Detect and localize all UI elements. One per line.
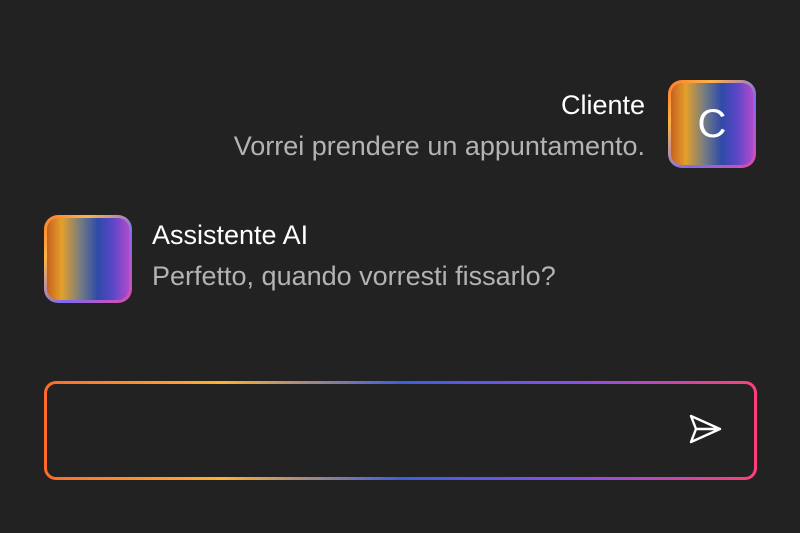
- message-input[interactable]: [67, 384, 671, 479]
- send-icon: [687, 411, 723, 452]
- user-sender-name: Cliente: [560, 90, 645, 120]
- assistant-avatar: [44, 215, 132, 303]
- assistant-sender-name: Assistente AI: [152, 220, 309, 250]
- message-composer: [44, 381, 757, 480]
- user-avatar: C: [668, 80, 756, 168]
- send-button[interactable]: [685, 411, 725, 451]
- user-avatar-initial: C: [697, 102, 727, 146]
- assistant-message-text: Perfetto, quando vorresti fissarlo?: [152, 261, 556, 291]
- user-message-text: Vorrei prendere un appuntamento.: [233, 131, 645, 161]
- chat-window: Cliente Vorrei prendere un appuntamento.…: [0, 0, 800, 533]
